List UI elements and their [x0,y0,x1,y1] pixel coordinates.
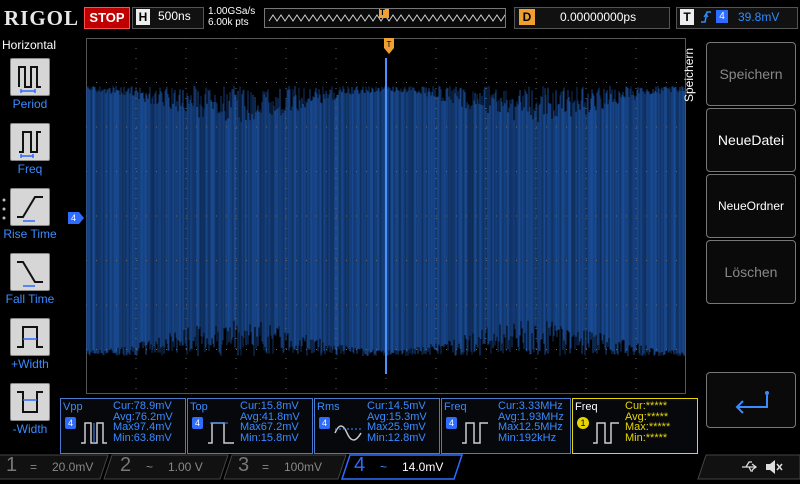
measure-negative-width-button[interactable]: -Width [0,383,60,436]
enter-button[interactable] [706,372,796,428]
period-icon [10,58,50,96]
measurement-max: Max67.2mV [240,421,299,433]
channel2-scale: 1.00 V [168,460,203,474]
measurement-min: Min:12.8mV [367,431,426,444]
measurement-channel-badge: 4 [192,417,203,429]
measurement-min: Min:***** [625,431,668,444]
trigger-position-marker: T [380,8,385,17]
channel1-coupling: = [30,460,38,474]
freq-icon [593,422,619,444]
rise-time-label: Rise Time [3,227,57,241]
measurement-min: Min:15.8mV [240,431,299,444]
frequency-icon [10,123,50,161]
save-button[interactable]: Speichern [706,42,796,106]
menu-page-indicator [2,197,6,223]
measure-positive-width-button[interactable]: +Width [0,318,60,371]
svg-text:T: T [387,40,392,49]
positive-width-icon [10,318,50,356]
measurement-max: Max25.9mV [367,421,426,433]
measurement-channel-badge: 1 [577,417,589,429]
period-label: Period [12,97,48,111]
measurement-cur: Cur:15.8mV [240,400,299,412]
fall-time-label: Fall Time [5,292,55,306]
freq-icon [462,422,488,444]
measurement-name: Freq [444,401,467,413]
measurement-min: Min:63.8mV [113,431,172,444]
delay-label: D [519,9,535,25]
measurement-freq-ch1[interactable]: Freq 1 Cur:***** Avg:***** Max:***** Min… [572,398,698,454]
measurement-channel-badge: 4 [65,417,76,429]
memory-depth: 6.00k pts [208,17,249,28]
rigol-logo: RIGOL [4,6,80,30]
measurement-max: Max:***** [625,421,671,433]
speaker-muted-icon[interactable] [764,458,784,481]
measurement-freq-ch4[interactable]: Freq 4 Cur:3.33MHz Avg:1.93MHz Max12.5MH… [441,398,571,454]
sample-rate: 1.00GSa/s [208,6,256,17]
channel4-offset-label: 4 [71,213,77,223]
measurement-name: Vpp [63,401,83,413]
new-folder-button[interactable]: NeueOrdner [706,174,796,238]
horizontal-label: H [136,9,150,25]
measurement-cur: Cur:78.9mV [113,400,172,412]
channel4-number[interactable]: 4 [354,454,365,477]
measure-freq-button[interactable]: Freq [0,123,60,176]
measurement-vpp[interactable]: Vpp 4 Cur:78.9mV Avg:76.2mV Max97.4mV Mi… [60,398,186,454]
trigger-box[interactable] [676,7,798,29]
menu-title: Horizontal [2,38,57,52]
measurement-rms[interactable]: Rms 4 Cur:14.5mV Avg:15.3mV Max25.9mV Mi… [314,398,440,454]
trigger-level-value: 39.8mV [738,10,780,24]
negative-width-label: -Width [12,422,48,436]
measurement-name: Rms [317,401,340,413]
measure-fall-time-button[interactable]: Fall Time [0,253,60,306]
measurement-cur: Cur:***** [625,400,668,412]
delay-value: 0.00000000ps [560,10,637,24]
measurement-name: Freq [575,401,598,413]
measurement-top[interactable]: Top 4 Cur:15.8mV Avg:41.8mV Max67.2mV Mi… [187,398,313,454]
channel3-coupling: = [262,460,270,474]
measurement-cur: Cur:14.5mV [367,400,426,412]
enter-return-icon [735,391,769,414]
delete-button[interactable]: Löschen [706,240,796,304]
waveform-grid [85,38,686,394]
channel4-coupling: ~ [380,460,388,474]
memory-position-bar[interactable] [264,8,514,28]
channel2-coupling: ~ [146,460,154,474]
measurement-channel-badge: 4 [319,417,330,429]
trigger-channel-badge: 4 [716,10,728,23]
measurement-max: Max97.4mV [113,421,172,433]
channel1-number[interactable]: 1 [6,454,17,477]
run-stop-button[interactable]: STOP [84,7,130,29]
measure-period-button[interactable]: Period [0,58,60,111]
timebase-value: 500ns [158,9,191,23]
rising-edge-icon [700,9,712,28]
measurement-max: Max12.5MHz [498,421,563,433]
rise-time-icon [10,188,50,226]
channel4-offset-marker[interactable]: 4 [68,212,84,224]
negative-width-icon [10,383,50,421]
fall-time-icon [10,253,50,291]
channel1-scale: 20.0mV [52,460,94,474]
channel3-number[interactable]: 3 [238,454,249,477]
right-menu-tab: Speichern [682,47,696,103]
channel3-scale: 100mV [284,460,323,474]
trigger-position-arrow[interactable]: T [384,38,394,63]
waveform-display[interactable] [85,38,686,394]
memory-waveform-overview [268,9,514,22]
rms-icon [334,425,362,441]
sample-info: 1.00GSa/s 6.00k pts [208,6,255,28]
measurement-min: Min:192kHz [498,431,557,444]
top-icon [208,422,234,444]
trigger-label: T [680,9,694,25]
vpp-icon [81,422,107,444]
measure-rise-time-button[interactable]: Rise Time [0,188,60,241]
new-file-button[interactable]: NeueDatei [706,108,796,172]
measurement-name: Top [190,401,208,413]
usb-icon [740,459,758,480]
freq-label: Freq [17,162,43,176]
measurement-cur: Cur:3.33MHz [498,400,563,412]
measurement-channel-badge: 4 [446,417,457,429]
positive-width-label: +Width [11,357,49,371]
channel2-number[interactable]: 2 [120,454,131,477]
channel4-scale: 14.0mV [402,460,444,474]
